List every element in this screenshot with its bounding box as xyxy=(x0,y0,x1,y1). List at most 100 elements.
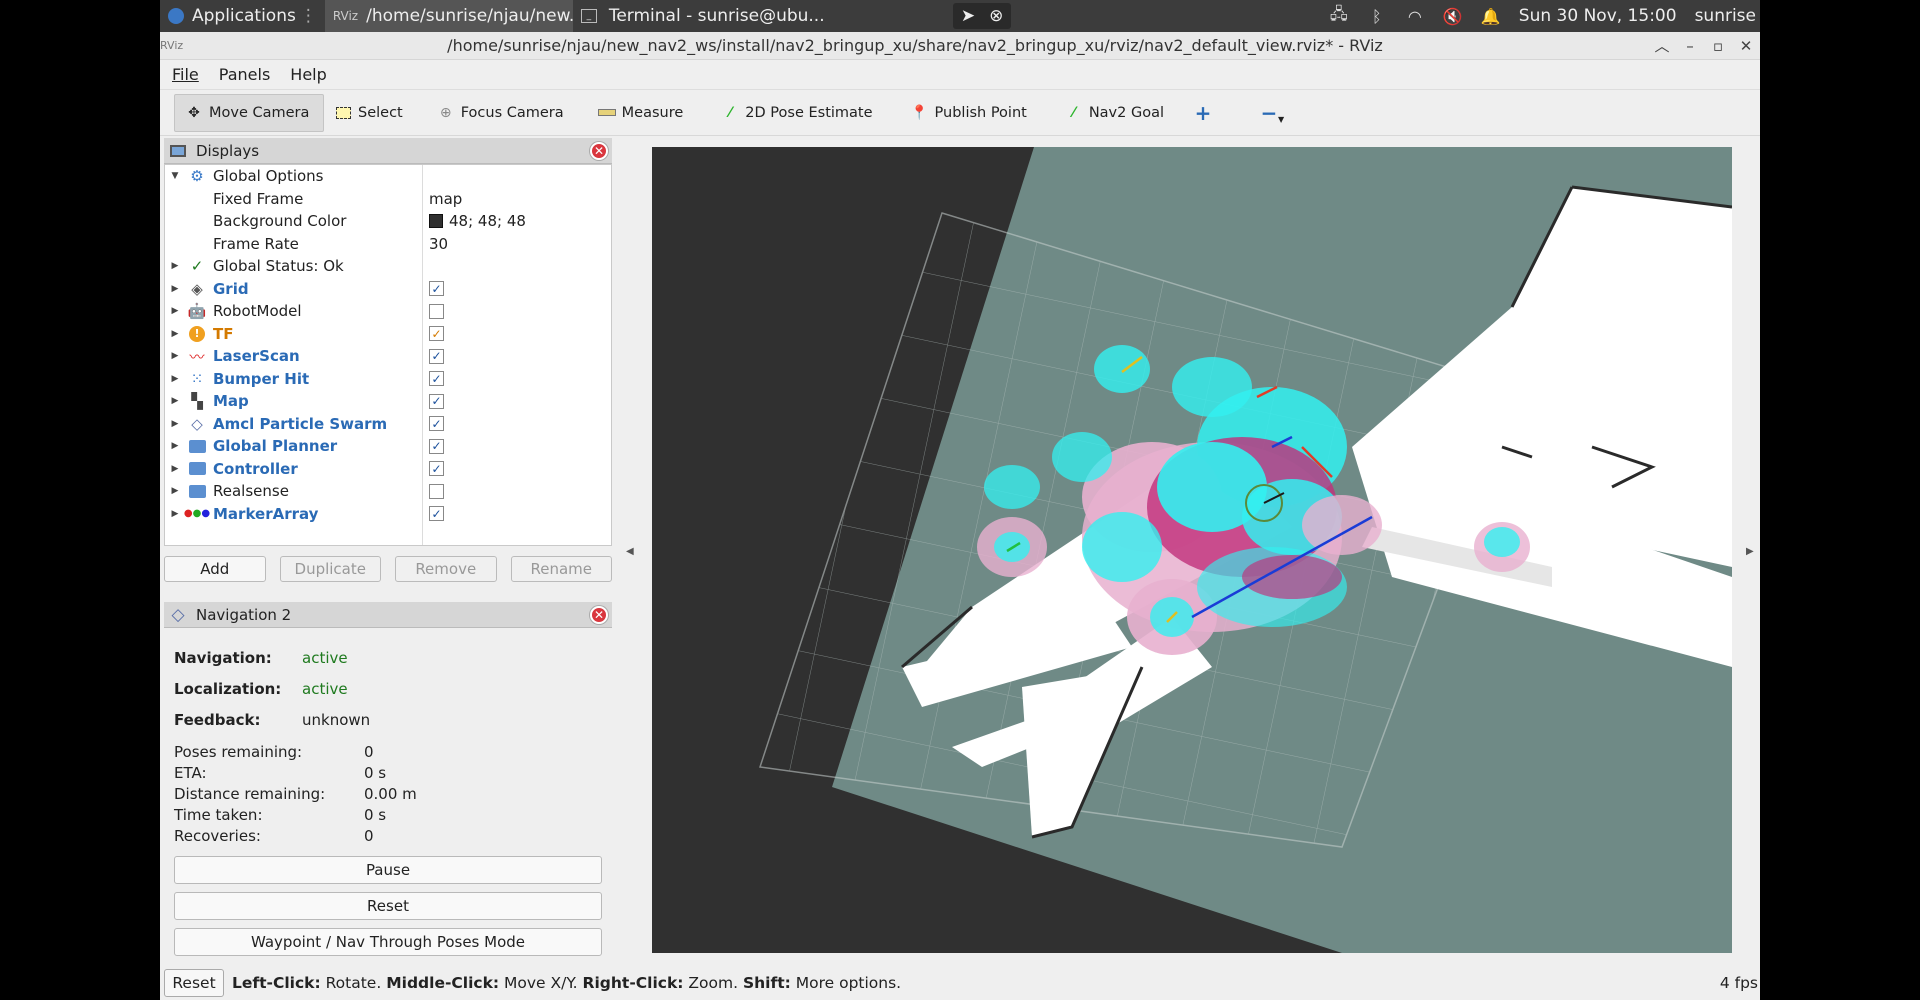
enabled-checkbox[interactable]: ✓ xyxy=(429,438,444,454)
enabled-checkbox[interactable]: ✓ xyxy=(429,371,444,387)
tree-row-laserscan[interactable]: ▶ 〰 LaserScan ✓ xyxy=(165,345,611,368)
focus-camera-tool[interactable]: ⊕ Focus Camera xyxy=(427,94,574,132)
publish-point-tool[interactable]: 📍 Publish Point xyxy=(901,94,1037,132)
point-cloud-icon: ⁙ xyxy=(190,369,204,388)
enabled-checkbox[interactable] xyxy=(429,303,444,319)
wifi-icon[interactable]: ◠ xyxy=(1405,7,1425,26)
tree-row-robotmodel[interactable]: ▶ 🤖 RobotModel xyxy=(165,300,611,323)
enabled-checkbox[interactable]: ✓ xyxy=(429,393,444,409)
user-name[interactable]: sunrise xyxy=(1695,6,1756,26)
remove-tool-button[interactable]: − ▼ xyxy=(1250,94,1294,132)
time-taken-row: Time taken: 0 s xyxy=(164,804,612,825)
tree-row-markerarray[interactable]: ▶ ● ● ● MarkerArray ✓ xyxy=(165,503,611,526)
display-name: Amcl Particle Swarm xyxy=(213,414,388,433)
expanded-arrow-icon[interactable]: ▼ xyxy=(165,171,185,181)
background-color-value[interactable]: 48; 48; 48 xyxy=(429,212,526,230)
bluetooth-icon[interactable]: ᛒ xyxy=(1367,7,1387,26)
tree-row-map[interactable]: ▶ ▚ Map ✓ xyxy=(165,390,611,413)
menu-panels[interactable]: Panels xyxy=(219,65,271,84)
remove-display-button[interactable]: Remove xyxy=(395,556,497,582)
reset-nav-button[interactable]: Reset xyxy=(174,892,602,920)
pause-button[interactable]: Pause xyxy=(174,856,602,884)
grid-icon: ◈ xyxy=(191,279,203,298)
pose-estimate-tool[interactable]: ⁄ 2D Pose Estimate xyxy=(711,94,882,132)
tree-row-tf[interactable]: ▶ ! TF ✓ xyxy=(165,323,611,346)
move-camera-tool[interactable]: ✥ Move Camera xyxy=(174,93,324,132)
maximize-icon[interactable]: ▫ xyxy=(1704,37,1732,55)
collapsed-arrow-icon[interactable]: ▶ xyxy=(165,419,185,429)
cursor-icon[interactable]: ➤ xyxy=(961,6,975,26)
frame-rate-value[interactable]: 30 xyxy=(429,235,448,253)
tree-row-global-planner[interactable]: ▶ Global Planner ✓ xyxy=(165,435,611,458)
enabled-checkbox[interactable]: ✓ xyxy=(429,416,444,432)
enabled-checkbox[interactable] xyxy=(429,483,444,499)
fixed-frame-label: Fixed Frame xyxy=(213,189,304,208)
collapsed-arrow-icon[interactable]: ▶ xyxy=(165,306,185,316)
collapsed-arrow-icon[interactable]: ▶ xyxy=(165,284,185,294)
nav2-goal-tool[interactable]: ⁄ Nav2 Goal xyxy=(1055,94,1174,132)
collapse-left-arrow-icon[interactable]: ◀ xyxy=(626,546,634,557)
tree-row-controller[interactable]: ▶ Controller ✓ xyxy=(165,458,611,481)
tree-row-global-options[interactable]: ▼ ⚙ Global Options xyxy=(165,165,611,188)
collapsed-arrow-icon[interactable]: ▶ xyxy=(165,261,185,271)
enabled-checkbox[interactable]: ✓ xyxy=(429,348,444,364)
tree-row-frame-rate[interactable]: Frame Rate 30 xyxy=(165,233,611,256)
tree-row-grid[interactable]: ▶ ◈ Grid ✓ xyxy=(165,278,611,301)
window-titlebar[interactable]: RViz /home/sunrise/njau/new_nav2_ws/inst… xyxy=(160,32,1760,60)
notification-bell-icon[interactable]: 🔔 xyxy=(1481,7,1501,26)
collapsed-arrow-icon[interactable]: ▶ xyxy=(165,486,185,496)
volume-muted-icon[interactable]: 🔇 xyxy=(1443,7,1463,26)
add-tool-button[interactable]: + xyxy=(1184,94,1222,132)
shade-icon[interactable]: ︿ xyxy=(1648,35,1676,56)
nav2-diamond-icon: ◇ xyxy=(171,604,185,625)
close-icon[interactable]: ✕ xyxy=(1732,37,1760,55)
menu-help[interactable]: Help xyxy=(290,65,326,84)
collapsed-arrow-icon[interactable]: ▶ xyxy=(165,396,185,406)
measure-tool[interactable]: Measure xyxy=(588,94,694,132)
network-manager-icon[interactable]: 🖧 xyxy=(1329,4,1349,25)
applications-menu[interactable]: Applications ⋮ xyxy=(160,0,325,32)
render-viewport[interactable] xyxy=(652,147,1732,953)
tree-row-bumper-hit[interactable]: ▶ ⁙ Bumper Hit ✓ xyxy=(165,368,611,391)
tree-row-global-status[interactable]: ▶ ✓ Global Status: Ok xyxy=(165,255,611,278)
taskbar-item-terminal[interactable]: _ Terminal - sunrise@ubu... xyxy=(573,0,953,32)
select-tool[interactable]: Select xyxy=(324,94,413,132)
enabled-checkbox[interactable]: ✓ xyxy=(429,461,444,477)
waypoint-mode-button[interactable]: Waypoint / Nav Through Poses Mode xyxy=(174,928,602,956)
displays-panel: Displays ✕ ▼ ⚙ Global Options Fixed Fram… xyxy=(164,138,612,622)
collapse-right-arrow-icon[interactable]: ▶ xyxy=(1746,546,1754,557)
collapsed-arrow-icon[interactable]: ▶ xyxy=(165,351,185,361)
add-display-button[interactable]: Add xyxy=(164,556,266,582)
tree-row-realsense[interactable]: ▶ Realsense xyxy=(165,480,611,503)
rename-display-button[interactable]: Rename xyxy=(510,556,612,582)
tree-row-amcl-particle-swarm[interactable]: ▶ ◇ Amcl Particle Swarm ✓ xyxy=(165,413,611,436)
display-name: RobotModel xyxy=(213,302,302,321)
window-title: /home/sunrise/njau/new_nav2_ws/install/n… xyxy=(447,36,1383,55)
poses-remaining-label: Poses remaining: xyxy=(174,742,303,761)
enabled-checkbox[interactable]: ✓ xyxy=(429,281,444,297)
tree-row-fixed-frame[interactable]: Fixed Frame map xyxy=(165,188,611,211)
navigation2-title: Navigation 2 xyxy=(196,605,292,624)
collapsed-arrow-icon[interactable]: ▶ xyxy=(165,374,185,384)
duplicate-display-button[interactable]: Duplicate xyxy=(279,556,381,582)
reset-view-button[interactable]: Reset xyxy=(164,969,224,997)
clock[interactable]: Sun 30 Nov, 15:00 xyxy=(1519,6,1677,26)
display-name: MarkerArray xyxy=(213,504,319,523)
enabled-checkbox[interactable]: ✓ xyxy=(429,326,444,342)
collapsed-arrow-icon[interactable]: ▶ xyxy=(165,464,185,474)
pose-array-icon: ◇ xyxy=(191,414,203,433)
collapsed-arrow-icon[interactable]: ▶ xyxy=(165,441,185,451)
map-pin-icon: 📍 xyxy=(910,104,929,121)
close-navigation2-icon[interactable]: ✕ xyxy=(590,605,608,624)
collapsed-arrow-icon[interactable]: ▶ xyxy=(165,329,185,339)
stop-icon[interactable]: ⊗ xyxy=(989,6,1003,26)
menu-file[interactable]: File xyxy=(172,65,199,84)
minimize-icon[interactable]: – xyxy=(1676,37,1704,55)
close-displays-icon[interactable]: ✕ xyxy=(590,141,608,160)
enabled-checkbox[interactable]: ✓ xyxy=(429,506,444,522)
taskbar-item-rviz[interactable]: RViz /home/sunrise/njau/new... xyxy=(324,0,573,32)
localization-label: Localization: xyxy=(174,679,282,698)
collapsed-arrow-icon[interactable]: ▶ xyxy=(165,509,185,519)
fixed-frame-value[interactable]: map xyxy=(429,190,462,208)
tree-row-background-color[interactable]: Background Color 48; 48; 48 xyxy=(165,210,611,233)
